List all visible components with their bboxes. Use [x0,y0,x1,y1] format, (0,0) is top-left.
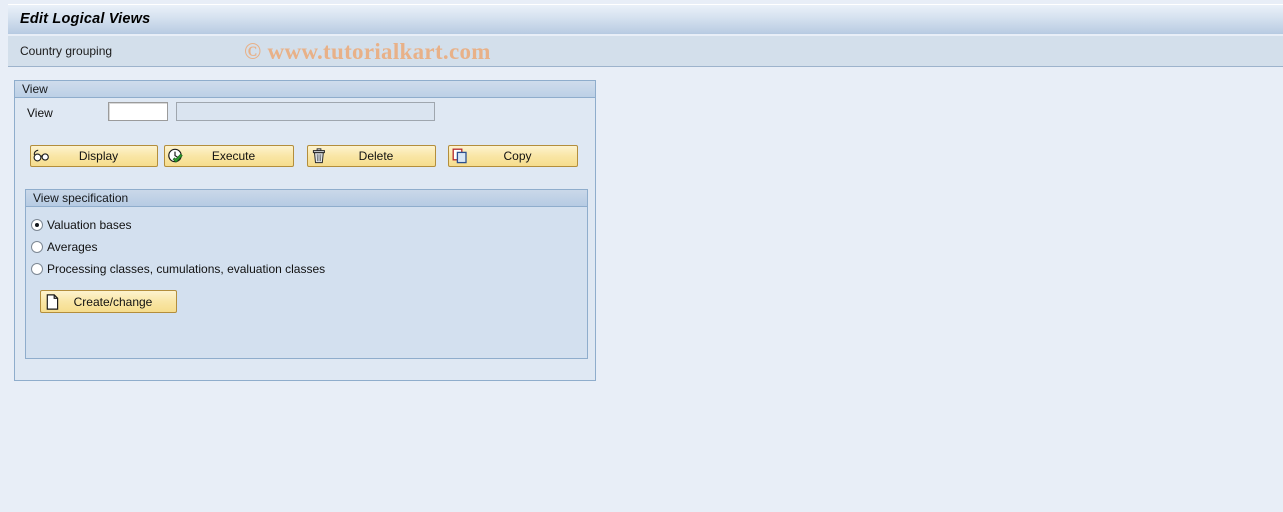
view-group-header-label: View [22,82,48,96]
radio-indicator [31,219,43,231]
display-button[interactable]: Display [30,145,158,167]
view-group-header: View [15,81,595,98]
view-specification-header: View specification [26,190,587,207]
create-change-button[interactable]: Create/change [40,290,177,313]
radio-option-valuation-bases[interactable]: Valuation bases [31,217,132,233]
radio-indicator [31,241,43,253]
view-specification-header-label: View specification [33,191,129,205]
create-change-button-label: Create/change [73,294,153,309]
subtitle-bar: Country grouping [8,36,1283,67]
display-button-label: Display [78,149,119,163]
window-title-bar: Edit Logical Views [8,4,1283,34]
radio-option-label: Processing classes, cumulations, evaluat… [47,262,326,276]
radio-indicator [31,263,43,275]
execute-button[interactable]: Execute [164,145,294,167]
view-field-label: View [27,106,53,120]
view-group-box: View View Display Execute Delete Copy Vi… [14,80,596,381]
radio-option-label: Valuation bases [47,218,132,232]
clock-check-icon [166,146,186,166]
delete-button[interactable]: Delete [307,145,436,167]
view-input[interactable] [108,102,168,121]
execute-button-label: Execute [211,149,256,163]
radio-option-label: Averages [47,240,98,254]
document-icon [42,292,62,312]
view-specification-group-box: View specification Valuation bases Avera… [25,189,588,359]
subtitle-label: Country grouping [20,44,113,58]
sap-application-window: Edit Logical Views Country grouping © ww… [0,0,1283,512]
trash-icon [309,146,329,166]
radio-option-processing-classes[interactable]: Processing classes, cumulations, evaluat… [31,261,325,277]
page-title: Edit Logical Views [20,11,151,27]
copy-button[interactable]: Copy [448,145,578,167]
copy-button-label: Copy [503,149,532,163]
delete-button-label: Delete [358,149,394,163]
copy-icon [450,146,470,166]
glasses-icon [32,146,52,166]
radio-option-averages[interactable]: Averages [31,239,97,255]
view-description-field[interactable] [176,102,435,121]
